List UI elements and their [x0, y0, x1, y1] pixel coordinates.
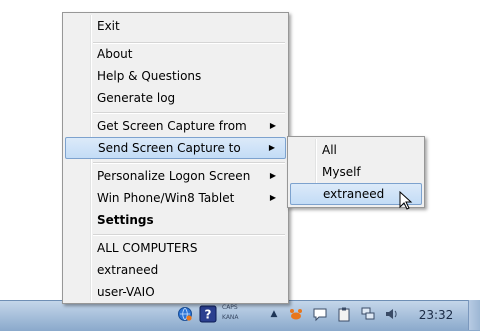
- ime-indicator: CAPS KANA: [222, 303, 264, 325]
- show-desktop-button[interactable]: [468, 300, 480, 330]
- clipboard-icon[interactable]: [336, 306, 352, 322]
- ime-kana-label: KANA: [222, 314, 239, 321]
- menu-separator: [93, 112, 285, 114]
- show-hidden-icons-icon[interactable]: ▲: [266, 306, 282, 322]
- menu-item-label: About: [97, 47, 133, 61]
- menu-item-exit[interactable]: Exit: [65, 15, 286, 37]
- menu-item-settings[interactable]: Settings: [65, 209, 286, 231]
- menu-item-about[interactable]: About: [65, 43, 286, 65]
- volume-icon[interactable]: [384, 306, 400, 322]
- submenu-arrow-icon: ▶: [269, 171, 276, 180]
- menu-item-label: Get Screen Capture from: [97, 119, 247, 133]
- submenu-item-myself[interactable]: Myself: [290, 161, 422, 183]
- menu-item-get-screen-capture[interactable]: Get Screen Capture from ▶: [65, 115, 286, 137]
- globe-icon[interactable]: [177, 306, 193, 322]
- help-icon[interactable]: ?: [199, 305, 217, 323]
- submenu-arrow-icon: ▶: [268, 143, 275, 152]
- ime-caps-label: CAPS: [222, 304, 238, 311]
- menu-item-computer-user-vaio[interactable]: user-VAIO: [65, 281, 286, 303]
- menu-item-label: extraneed: [323, 187, 385, 201]
- menu-item-label: user-VAIO: [97, 285, 155, 299]
- svg-text:?: ?: [205, 308, 212, 322]
- submenu-item-all[interactable]: All: [290, 139, 422, 161]
- menu-item-label: Myself: [322, 165, 361, 179]
- crab-icon[interactable]: [288, 306, 304, 322]
- menu-separator: [93, 162, 285, 164]
- submenu-arrow-icon: ▶: [269, 193, 276, 202]
- mouse-cursor-icon: [399, 190, 415, 211]
- menu-item-label: All: [322, 143, 337, 157]
- menu-item-label: Win Phone/Win8 Tablet: [97, 191, 235, 205]
- clock[interactable]: 23:32: [410, 306, 462, 324]
- menu-item-label: Send Screen Capture to: [98, 141, 241, 155]
- menu-item-send-screen-capture[interactable]: Send Screen Capture to ▶: [65, 137, 286, 159]
- menu-item-label: extraneed: [97, 263, 159, 277]
- menu-item-all-computers[interactable]: ALL COMPUTERS: [65, 237, 286, 259]
- menu-item-label: Personalize Logon Screen: [97, 169, 251, 183]
- menu-separator: [93, 234, 285, 236]
- menu-item-label: Help & Questions: [97, 69, 202, 83]
- network-icon[interactable]: [360, 306, 376, 322]
- menu-item-label: Settings: [97, 213, 154, 227]
- menu-item-generate-log[interactable]: Generate log: [65, 87, 286, 109]
- menu-item-label: Exit: [97, 19, 120, 33]
- chat-bubble-icon[interactable]: [312, 306, 328, 322]
- submenu-arrow-icon: ▶: [269, 121, 276, 130]
- menu-item-computer-extraneed[interactable]: extraneed: [65, 259, 286, 281]
- menu-item-help-questions[interactable]: Help & Questions: [65, 65, 286, 87]
- menu-item-personalize-logon[interactable]: Personalize Logon Screen ▶: [65, 165, 286, 187]
- menu-item-win-phone-tablet[interactable]: Win Phone/Win8 Tablet ▶: [65, 187, 286, 209]
- menu-item-label: ALL COMPUTERS: [97, 241, 198, 255]
- menu-item-label: Generate log: [97, 91, 176, 105]
- main-context-menu: Exit About Help & Questions Generate log…: [62, 12, 289, 304]
